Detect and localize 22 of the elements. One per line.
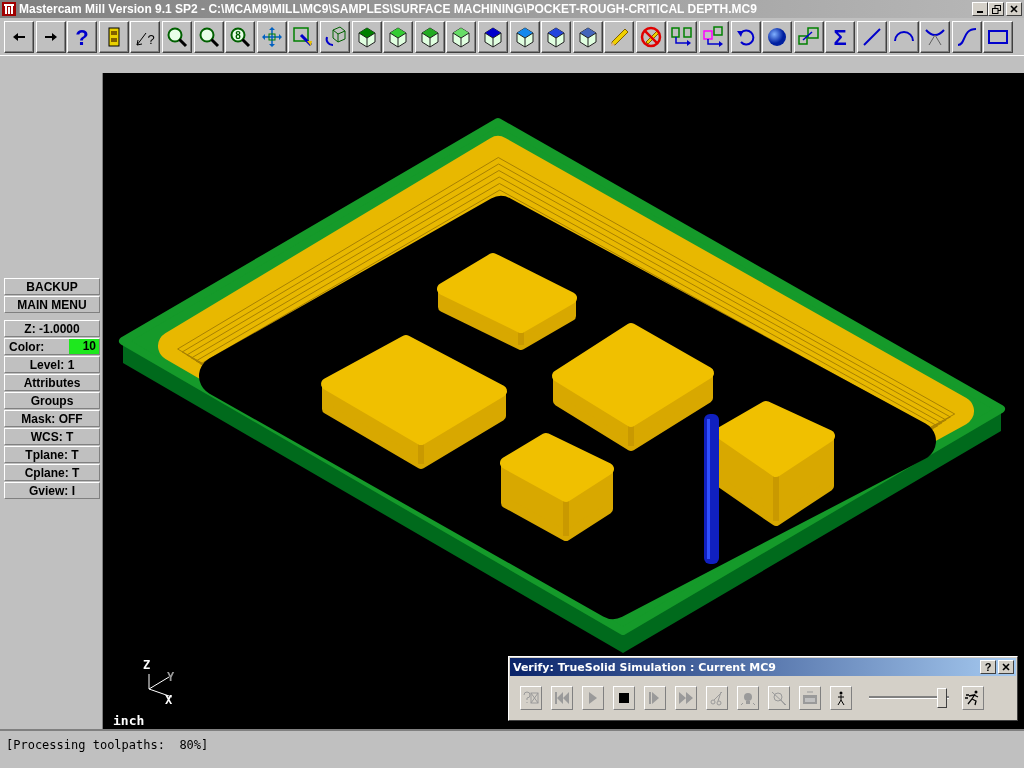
units-label: inch: [113, 713, 145, 728]
menu-button[interactable]: Tplane: T: [4, 446, 100, 463]
menu-button[interactable]: Z: -1.0000: [4, 320, 100, 337]
menu-button[interactable]: WCS: T: [4, 428, 100, 445]
menu-button[interactable]: Attributes: [4, 374, 100, 391]
help-button[interactable]: ?: [980, 660, 996, 674]
status-text: [Processing toolpaths: 80%]: [6, 738, 209, 752]
color-menu-button[interactable]: Color: 10: [4, 338, 100, 355]
axis-label: Z: [143, 658, 151, 672]
axis-label: Y: [167, 670, 175, 684]
axis-label: X: [165, 693, 173, 707]
window-title: Mastercam Mill Version 9.1 SP2 - C:\MCAM9\MILL\MC9\SAMPLES\SURFACE MACHINING\POCKET-ROUGH-CRITICAL DEPTH.MC9: [19, 2, 758, 16]
menu-button[interactable]: Cplane: T: [4, 464, 100, 481]
menu-button[interactable]: Mask: OFF: [4, 410, 100, 427]
dialog-title: Verify: TrueSolid Simulation : Current MC9: [513, 660, 777, 674]
menu-button[interactable]: Gview: I: [4, 482, 100, 499]
menu-button[interactable]: Groups: [4, 392, 100, 409]
menu-button[interactable]: BACKUP: [4, 278, 100, 295]
color-label: Color:: [9, 339, 46, 354]
color-swatch: 10: [69, 339, 99, 354]
menu-button[interactable]: Level: 1: [4, 356, 100, 373]
menu-button[interactable]: MAIN MENU: [4, 296, 100, 313]
